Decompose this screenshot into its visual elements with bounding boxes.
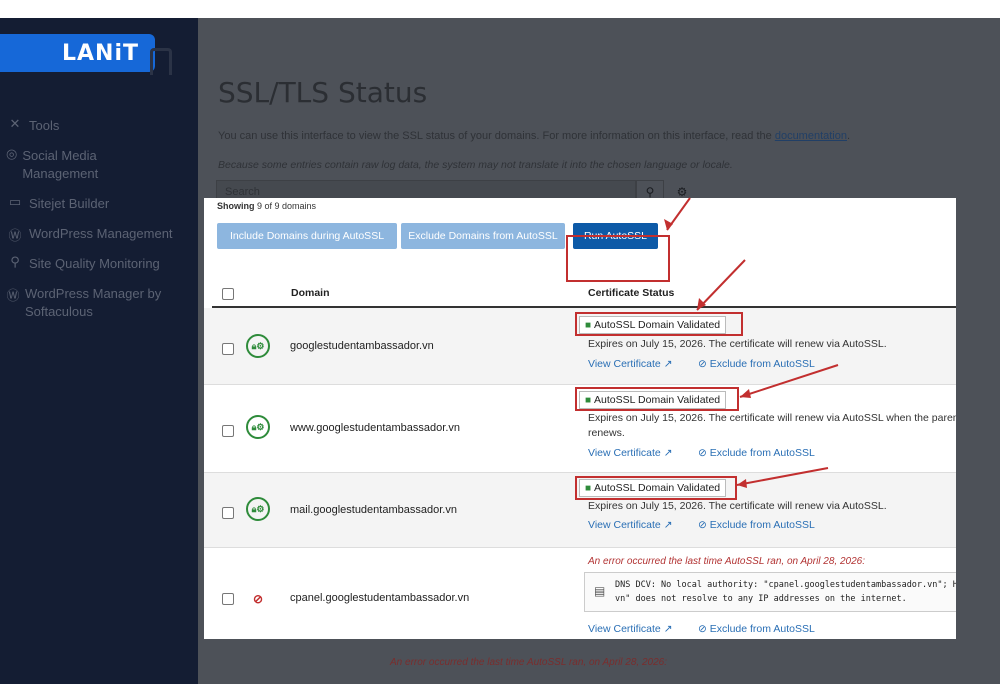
ssl-valid-icon: 🔒︎⚙: [246, 415, 270, 439]
search-icon: ⚲: [645, 185, 655, 199]
sidebar-item-wordpress-manager[interactable]: Ⓦ WordPress Manager by Softaculous: [6, 285, 186, 321]
sidebar-item-label: WordPress Manager by Softaculous: [24, 286, 162, 319]
logo-tail-decoration: [150, 48, 172, 75]
external-link-icon: ↗: [663, 447, 673, 459]
sidebar: LANiT ✕ Tools ◎ Social Media Management …: [0, 18, 198, 684]
domain-name: www.googlestudentambassador.vn: [290, 422, 460, 434]
expiry-text: Expires on July 15, 2026. The certificat…: [588, 338, 887, 350]
include-domains-button[interactable]: Include Domains during AutoSSL: [217, 223, 397, 249]
gear-icon: ⚙: [676, 185, 688, 199]
sidebar-item-social-media[interactable]: ◎ Social Media Management: [6, 147, 116, 183]
row-links: View Certificate ↗ ⊘ Exclude from AutoSS…: [588, 519, 815, 531]
brand-logo[interactable]: LANiT: [0, 34, 155, 72]
page-title: SSL/TLS Status: [218, 76, 428, 109]
block-icon: ⊘: [698, 519, 707, 531]
wordpress-icon: Ⓦ: [8, 229, 22, 244]
run-button-highlight: [566, 235, 670, 282]
sidebar-item-label: Site Quality Monitoring: [29, 256, 160, 271]
domains-panel: Showing 9 of 9 domains Include Domains d…: [204, 198, 956, 639]
external-link-icon: ↗: [663, 358, 673, 370]
view-certificate-link[interactable]: View Certificate ↗: [588, 519, 673, 531]
error-message-below: An error occurred the last time AutoSSL …: [390, 657, 668, 668]
log-line-1: DNS DCV: No local authority: "cpanel.goo…: [615, 580, 956, 590]
row-checkbox[interactable]: [222, 343, 234, 355]
badge-highlight: [575, 476, 737, 500]
search-icon: ⚲: [10, 255, 20, 270]
sidebar-item-site-quality[interactable]: ⚲ Site Quality Monitoring: [6, 255, 160, 273]
domain-name: cpanel.googlestudentambassador.vn: [290, 592, 470, 604]
sidebar-item-wordpress-management[interactable]: Ⓦ WordPress Management: [6, 225, 173, 244]
row-links: View Certificate ↗ ⊘ Exclude from AutoSS…: [588, 358, 815, 370]
exclude-from-autossl-link[interactable]: ⊘ Exclude from AutoSSL: [698, 623, 815, 635]
header-divider-extension: [944, 306, 956, 307]
table-row: ⊘ cpanel.googlestudentambassador.vn An e…: [204, 548, 956, 639]
exclude-domains-button[interactable]: Exclude Domains from AutoSSL: [401, 223, 565, 249]
exclude-from-autossl-link[interactable]: ⊘ Exclude from AutoSSL: [698, 447, 815, 459]
exclude-from-autossl-link[interactable]: ⊘ Exclude from AutoSSL: [698, 519, 815, 531]
tools-icon: ✕: [9, 117, 21, 132]
expiry-text: Expires on July 15, 2026. The certificat…: [588, 500, 887, 512]
sidebar-item-sitejet[interactable]: ▭ Sitejet Builder: [6, 195, 109, 213]
block-icon: ⊘: [698, 447, 707, 459]
row-checkbox[interactable]: [222, 425, 234, 437]
expiry-text-continued: renews.: [588, 427, 625, 439]
column-header-status: Certificate Status: [588, 287, 675, 299]
sitejet-icon: ▭: [8, 195, 22, 210]
ssl-valid-icon: 🔒︎⚙: [246, 334, 270, 358]
sidebar-item-tools[interactable]: ✕ Tools: [6, 117, 60, 135]
block-icon: ⊘: [698, 623, 707, 635]
row-links: View Certificate ↗ ⊘ Exclude from AutoSS…: [588, 447, 815, 459]
domain-name: googlestudentambassador.vn: [290, 340, 434, 352]
domain-name: mail.googlestudentambassador.vn: [290, 504, 457, 516]
column-header-domain: Domain: [291, 287, 330, 299]
external-link-icon: ↗: [663, 623, 673, 635]
view-certificate-link[interactable]: View Certificate ↗: [588, 358, 673, 370]
documentation-link[interactable]: documentation: [775, 130, 847, 142]
expiry-text: Expires on July 15, 2026. The certificat…: [588, 412, 956, 424]
select-all-checkbox[interactable]: [222, 288, 234, 300]
row-checkbox[interactable]: [222, 593, 234, 605]
view-certificate-link[interactable]: View Certificate ↗: [588, 623, 673, 635]
social-media-icon: ◎: [6, 147, 18, 162]
error-icon: ⊘: [252, 592, 264, 606]
sidebar-item-label: Social Media Management: [22, 148, 99, 181]
sidebar-item-label: Tools: [29, 118, 60, 133]
document-icon: ▤: [594, 584, 606, 598]
wordpress-icon: Ⓦ: [6, 289, 20, 304]
row-checkbox[interactable]: [222, 507, 234, 519]
block-icon: ⊘: [698, 358, 707, 370]
logo-text: LANiT: [62, 41, 140, 66]
log-line-2: vn" does not resolve to any IP addresses…: [615, 594, 907, 604]
sidebar-item-label: Sitejet Builder: [29, 196, 110, 211]
row-links: View Certificate ↗ ⊘ Exclude from AutoSS…: [588, 623, 815, 635]
external-link-icon: ↗: [663, 519, 673, 531]
page-note: Because some entries contain raw log dat…: [218, 159, 733, 171]
intro-text: You can use this interface to view the S…: [218, 130, 772, 142]
view-certificate-link[interactable]: View Certificate ↗: [588, 447, 673, 459]
error-log: ▤ DNS DCV: No local authority: "cpanel.g…: [584, 572, 956, 612]
badge-highlight: [575, 387, 739, 411]
exclude-from-autossl-link[interactable]: ⊘ Exclude from AutoSSL: [698, 358, 815, 370]
error-message: An error occurred the last time AutoSSL …: [588, 556, 866, 567]
page-intro: You can use this interface to view the S…: [218, 130, 851, 142]
sidebar-item-label: WordPress Management: [29, 226, 173, 241]
badge-highlight: [575, 312, 743, 336]
ssl-valid-icon: 🔒︎⚙: [246, 497, 270, 521]
showing-count: Showing 9 of 9 domains: [217, 201, 317, 211]
